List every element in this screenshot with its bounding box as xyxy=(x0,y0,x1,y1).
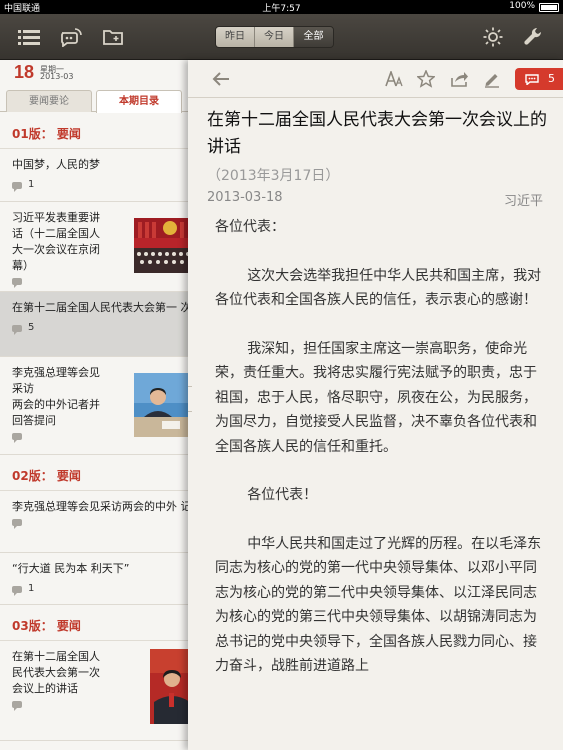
list-item[interactable]: 习近平发表重要讲 话（十二届全国人 大一次会议在京闭 幕） xyxy=(0,202,190,292)
list-item-title: 中国梦，人民的梦 xyxy=(12,158,100,171)
comment-icon xyxy=(12,519,22,529)
article-paragraph: 各位代表： xyxy=(215,219,285,235)
list-item-title: 在第十二届全国人 民代表大会第一次 会议上的讲话 xyxy=(12,650,100,695)
wrench-icon[interactable] xyxy=(520,24,546,50)
issue-contents-panel: 18 星期一 2013-03 要闻要论 本期目录 01版： 要闻 中国梦，人民的… xyxy=(0,60,190,750)
article-list: 01版： 要闻 中国梦，人民的梦 1 习近平发表重要讲 话（十二届全国人 大一次… xyxy=(0,113,190,741)
article-paragraph: 我深知，担任国家主席这一崇高职务，使命光荣，责任重大。我将忠实履行宪法赋予的职责… xyxy=(215,340,537,455)
article-reader: 5 在第十二届全国人民代表大会第一次会议上的讲话 （2013年3月17日） 20… xyxy=(188,60,563,750)
comment-count: 1 xyxy=(12,177,190,193)
article-meta: 2013-03-18 习近平 xyxy=(207,190,543,209)
folder-icon[interactable] xyxy=(100,24,126,50)
comment-icon xyxy=(12,181,22,192)
president-thumbnail xyxy=(150,649,190,724)
comments-count: 5 xyxy=(548,72,555,85)
segment-yesterday[interactable]: 昨日 xyxy=(216,27,255,47)
premier-thumbnail xyxy=(134,373,190,437)
top-toolbar: 昨日 今日 全部 xyxy=(0,14,563,60)
clock-label: 上午7:57 xyxy=(262,4,301,14)
tab-issue-contents[interactable]: 本期目录 xyxy=(96,90,182,113)
segment-all[interactable]: 全部 xyxy=(294,27,333,47)
tab-headline-news[interactable]: 要闻要论 xyxy=(6,90,92,112)
comment-count: 1 xyxy=(12,581,190,597)
list-item-title: 习近平发表重要讲 话（十二届全国人 大一次会议在京闭 幕） xyxy=(12,211,100,272)
comment-count xyxy=(12,278,190,288)
article-paragraph: 这次大会选举我担任中华人民共和国主席，我对各位代表和全国各族人民的信任，表示衷心… xyxy=(215,267,542,309)
article-toolbar: 5 xyxy=(188,60,563,98)
issue-date: 18 星期一 2013-03 xyxy=(0,60,190,90)
font-size-icon[interactable] xyxy=(383,68,405,90)
list-item-selected[interactable]: 在第十二届全国人民代表大会第一 次会议上的讲话 5 xyxy=(0,292,190,357)
comments-button[interactable]: 5 xyxy=(515,68,563,90)
comment-icon xyxy=(12,324,22,335)
status-bar: 中国联通 上午7:57 100% xyxy=(0,0,563,14)
list-item[interactable]: 李克强总理等会见采访两会的中外 记者并回答提问 xyxy=(0,491,190,553)
article-paragraph: 各位代表！ xyxy=(247,487,318,503)
comment-icon xyxy=(525,74,539,85)
section-header: 02版： 要闻 xyxy=(0,455,190,491)
issue-day: 18 xyxy=(14,62,35,82)
battery-icon xyxy=(539,3,559,12)
list-item[interactable]: “行大道 民为本 利天下” 1 xyxy=(0,553,190,605)
edit-icon[interactable] xyxy=(481,68,503,90)
list-item-title: “行大道 民为本 利天下” xyxy=(12,562,130,575)
issue-year-month: 2013-03 xyxy=(40,72,74,81)
list-item-title: 在第十二届全国人民代表大会第一 次会议上的讲话 xyxy=(12,301,190,314)
list-item-title: 李克强总理等会见 采访 两会的中外记者并 回答提问 xyxy=(12,366,100,427)
article-title: 在第十二届全国人民代表大会第一次会议上的讲话 xyxy=(207,110,547,157)
list-item[interactable]: 在第十二届全国人 民代表大会第一次 会议上的讲话 xyxy=(0,641,190,741)
comment-icon xyxy=(12,278,22,288)
comment-count: 5 xyxy=(12,320,190,336)
panel-tabs: 要闻要论 本期目录 xyxy=(0,88,190,113)
list-item-title: 李克强总理等会见采访两会的中外 记者并回答提问 xyxy=(12,500,190,513)
section-header: 01版： 要闻 xyxy=(0,113,190,149)
date-filter-segmented-control: 昨日 今日 全部 xyxy=(215,26,334,48)
menu-icon[interactable] xyxy=(16,24,42,50)
star-icon[interactable] xyxy=(415,68,437,90)
section-header: 03版： 要闻 xyxy=(0,605,190,641)
article-subtitle: （2013年3月17日） xyxy=(207,168,340,184)
list-item[interactable]: 李克强总理等会见 采访 两会的中外记者并 回答提问 xyxy=(0,357,190,455)
comment-icon xyxy=(12,701,22,711)
comment-count xyxy=(12,519,190,529)
brightness-icon[interactable] xyxy=(480,24,506,50)
drag-handle[interactable] xyxy=(188,386,192,412)
article-body: 各位代表： 这次大会选举我担任中华人民共和国主席，我对各位代表和全国各族人民的信… xyxy=(215,215,545,703)
comment-icon xyxy=(12,585,22,596)
back-arrow-icon[interactable] xyxy=(210,68,232,90)
article-paragraph: 中华人民共和国走过了光辉的历程。在以毛泽东同志为核心的党的第一代中央领导集体、以… xyxy=(215,535,542,675)
battery-label: 100% xyxy=(509,1,535,11)
congress-hall-thumbnail xyxy=(134,218,190,273)
list-item[interactable]: 中国梦，人民的梦 1 xyxy=(0,149,190,202)
comment-icon xyxy=(12,433,22,443)
rss-icon[interactable] xyxy=(58,24,84,50)
share-icon[interactable] xyxy=(449,68,471,90)
segment-today[interactable]: 今日 xyxy=(255,27,294,47)
article-date: 2013-03-18 xyxy=(207,190,283,205)
article-author: 习近平 xyxy=(503,194,543,209)
